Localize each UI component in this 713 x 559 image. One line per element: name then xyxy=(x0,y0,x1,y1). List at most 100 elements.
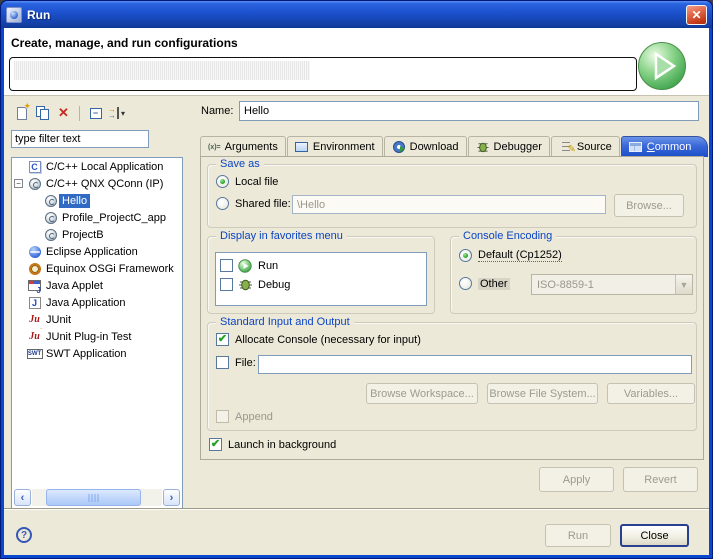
other-encoding-option: Other xyxy=(459,277,510,290)
favorite-debug-checkbox[interactable] xyxy=(220,278,233,291)
favorites-list: Run Debug xyxy=(215,252,427,306)
tree-item-equinox-osgi[interactable]: Equinox OSGi Framework xyxy=(12,260,182,277)
tab-debugger[interactable]: Debugger xyxy=(468,136,550,157)
tree-item-projectb[interactable]: ProjectB xyxy=(12,226,182,243)
swt-icon: SWT xyxy=(26,346,43,361)
tab-download[interactable]: Download xyxy=(384,136,467,157)
dialog-header: Create, manage, and run configurations xyxy=(4,28,709,96)
combo-dropdown-icon[interactable]: ▼ xyxy=(675,275,692,294)
dialog-icon xyxy=(6,7,22,23)
append-option: Append xyxy=(216,410,273,423)
tab-arguments[interactable]: (x)= Arguments xyxy=(200,136,286,157)
stdio-group: Standard Input and Output ✔ Allocate Con… xyxy=(207,322,697,431)
other-encoding-label: Other xyxy=(478,278,510,290)
close-window-button[interactable]: ✕ xyxy=(686,5,707,25)
tree-item-profile-projectc[interactable]: Profile_ProjectC_app xyxy=(12,209,182,226)
configurations-panel: ✦ ✕ − → → xyxy=(9,101,185,513)
filter-icon: → → xyxy=(108,107,116,119)
browse-workspace-button[interactable]: Browse Workspace... xyxy=(366,383,478,404)
default-encoding-radio[interactable] xyxy=(459,249,472,262)
new-star-icon: ✦ xyxy=(23,102,31,111)
c-application-icon: C xyxy=(26,159,43,174)
favorite-debug-row[interactable]: Debug xyxy=(220,275,422,294)
local-file-label: Local file xyxy=(235,176,278,188)
name-label: Name: xyxy=(201,105,239,117)
tree-item-junit[interactable]: Ju JUnit xyxy=(12,311,182,328)
favorite-run-checkbox[interactable] xyxy=(220,259,233,272)
tab-environment[interactable]: Environment xyxy=(287,136,383,157)
local-file-radio[interactable] xyxy=(216,175,229,188)
filter-configurations-button[interactable]: → → ▾ xyxy=(106,104,127,123)
allocate-console-option: ✔ Allocate Console (necessary for input) xyxy=(216,333,421,346)
shared-file-browse-button[interactable]: Browse... xyxy=(614,194,684,217)
favorite-debug-label: Debug xyxy=(258,279,290,291)
message-area xyxy=(9,57,637,91)
dialog-header-title: Create, manage, and run configurations xyxy=(11,36,238,50)
tree-item-hello[interactable]: Hello xyxy=(12,192,182,209)
source-tree-icon: ✎ xyxy=(559,141,573,153)
launch-in-background-checkbox[interactable]: ✔ xyxy=(209,438,222,451)
scroll-right-button[interactable]: › xyxy=(163,489,180,506)
tree-horizontal-scrollbar[interactable]: ‹ › xyxy=(14,489,180,506)
browse-filesystem-button[interactable]: Browse File System... xyxy=(487,383,598,404)
collapse-all-button[interactable]: − xyxy=(85,104,106,123)
name-input[interactable] xyxy=(239,101,699,121)
pencil-icon: ✎ xyxy=(567,144,575,155)
collapse-toggle-icon[interactable]: − xyxy=(14,179,23,188)
common-table-icon xyxy=(629,141,643,153)
tree-item-java-applet[interactable]: J Java Applet xyxy=(12,277,182,294)
save-as-title: Save as xyxy=(216,158,264,170)
common-tab-content: Save as Local file Shared file: Browse..… xyxy=(200,156,704,460)
toolbar-separator xyxy=(79,106,80,121)
launch-in-background-label: Launch in background xyxy=(228,439,336,451)
append-checkbox[interactable] xyxy=(216,410,229,423)
run-button[interactable]: Run xyxy=(545,524,611,547)
configurations-tree: C C/C++ Local Application − C/C++ QNX QC… xyxy=(11,157,183,509)
favorite-run-row[interactable]: Run xyxy=(220,256,422,275)
file-checkbox[interactable] xyxy=(216,356,229,369)
scrollbar-thumb[interactable] xyxy=(46,489,141,506)
default-encoding-option: Default (Cp1252) xyxy=(459,249,562,262)
tree-item-eclipse-application[interactable]: Eclipse Application xyxy=(12,243,182,260)
tree-item-cpp-qnx-qconn[interactable]: − C/C++ QNX QConn (IP) xyxy=(12,175,182,192)
default-encoding-label: Default (Cp1252) xyxy=(478,249,562,262)
filter-input[interactable] xyxy=(11,130,149,148)
close-button[interactable]: Close xyxy=(620,524,689,547)
delete-icon: ✕ xyxy=(58,105,69,121)
tab-source[interactable]: ✎ Source xyxy=(551,136,620,157)
junit-plugin-icon: Ju˚ xyxy=(26,329,43,344)
tree-item-java-application[interactable]: J Java Application xyxy=(12,294,182,311)
tab-common[interactable]: Common xyxy=(621,136,709,157)
file-path-input[interactable] xyxy=(258,355,692,374)
new-configuration-button[interactable]: ✦ xyxy=(11,104,32,123)
config-toolbar: ✦ ✕ − → → xyxy=(11,103,185,123)
console-encoding-group: Console Encoding Default (Cp1252) Other … xyxy=(450,236,697,314)
scroll-left-button[interactable]: ‹ xyxy=(14,489,31,506)
shared-file-radio[interactable] xyxy=(216,197,229,210)
allocate-console-checkbox[interactable]: ✔ xyxy=(216,333,229,346)
java-applet-icon: J xyxy=(26,278,43,293)
shared-file-option: Shared file: xyxy=(216,197,291,210)
check-icon: ✔ xyxy=(218,334,227,345)
apply-button[interactable]: Apply xyxy=(539,467,614,492)
tree-item-junit-plugin-test[interactable]: Ju˚ JUnit Plug-in Test xyxy=(12,328,182,345)
tree-item-cpp-local-application[interactable]: C C/C++ Local Application xyxy=(12,158,182,175)
duplicate-icon xyxy=(36,106,50,121)
duplicate-configuration-button[interactable] xyxy=(32,104,53,123)
dialog-footer: ? Run Close xyxy=(4,508,709,555)
dialog-frame: Create, manage, and run configurations xyxy=(4,28,709,555)
console-encoding-title: Console Encoding xyxy=(459,230,556,242)
footer-buttons: Run Close xyxy=(545,524,689,547)
filter-dropdown-caret-icon: ▾ xyxy=(121,109,125,118)
revert-button[interactable]: Revert xyxy=(623,467,698,492)
scrollbar-track[interactable] xyxy=(32,489,162,506)
stdio-title: Standard Input and Output xyxy=(216,316,354,328)
tab-bar: (x)= Arguments Environment Download xyxy=(200,135,704,157)
shared-file-input[interactable] xyxy=(292,195,606,214)
encoding-combobox[interactable]: ISO-8859-1 ▼ xyxy=(531,274,693,295)
other-encoding-radio[interactable] xyxy=(459,277,472,290)
help-button[interactable]: ? xyxy=(16,527,32,543)
variables-button[interactable]: Variables... xyxy=(607,383,695,404)
delete-configuration-button[interactable]: ✕ xyxy=(53,104,74,123)
tree-item-swt-application[interactable]: SWT SWT Application xyxy=(12,345,182,362)
